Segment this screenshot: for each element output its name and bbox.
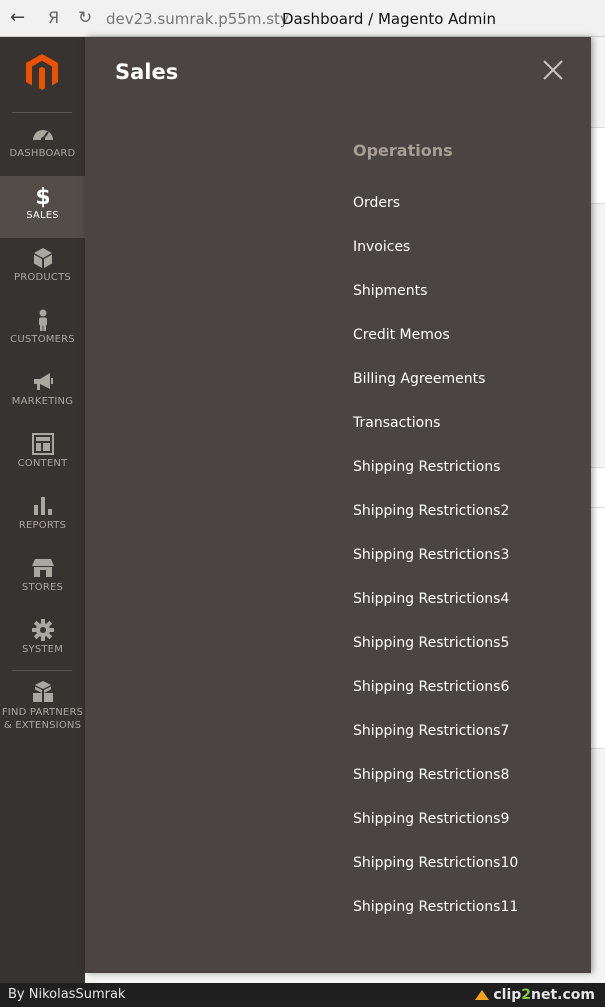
bar-chart-icon	[33, 497, 52, 515]
clip2net-watermark: clip2net.com	[475, 985, 595, 1005]
sidebar-item-marketing[interactable]: MARKETING	[0, 362, 85, 424]
sidebar-divider	[12, 112, 72, 113]
menu-item-transactions[interactable]: Transactions	[353, 414, 440, 432]
author-credit: By NikolasSumrak	[8, 987, 126, 1002]
page-title-tab: Dashboard / Magento Admin	[282, 10, 496, 28]
menu-item-shipping-restrictions11[interactable]: Shipping Restrictions11	[353, 898, 518, 916]
menu-group-title: Operations	[353, 141, 453, 160]
menu-item-shipping-restrictions9[interactable]: Shipping Restrictions9	[353, 810, 509, 828]
menu-item-shipping-restrictions[interactable]: Shipping Restrictions	[353, 458, 500, 476]
menu-item-shipping-restrictions2[interactable]: Shipping Restrictions2	[353, 502, 509, 520]
sidebar-item-dashboard[interactable]: DASHBOARD	[0, 114, 85, 176]
sidebar-item-stores[interactable]: STORES	[0, 548, 85, 610]
store-icon	[31, 559, 54, 577]
megaphone-icon	[33, 373, 53, 390]
menu-item-shipping-restrictions5[interactable]: Shipping Restrictions5	[353, 634, 509, 652]
close-icon[interactable]	[540, 57, 566, 83]
footer-bar: By NikolasSumrak clip2net.com	[0, 983, 605, 1007]
sales-menu-panel: Sales Operations Orders Invoices Shipmen…	[85, 37, 591, 973]
person-icon	[38, 309, 47, 331]
svg-text:$: $	[35, 185, 50, 208]
sidebar-item-find-partners[interactable]: FIND PARTNERS & EXTENSIONS	[0, 672, 85, 742]
background-card	[590, 127, 605, 204]
yandex-logo[interactable]: Я	[48, 8, 59, 28]
gear-icon	[31, 619, 54, 641]
menu-item-shipping-restrictions3[interactable]: Shipping Restrictions3	[353, 546, 509, 564]
background-card	[590, 507, 605, 749]
menu-item-shipping-restrictions4[interactable]: Shipping Restrictions4	[353, 590, 509, 608]
address-bar-url[interactable]: dev23.sumrak.p55m.sty	[106, 9, 289, 29]
menu-item-shipments[interactable]: Shipments	[353, 282, 427, 300]
sidebar-item-content[interactable]: CONTENT	[0, 424, 85, 486]
sidebar-item-customers[interactable]: CUSTOMERS	[0, 300, 85, 362]
sidebar-divider	[12, 670, 72, 671]
panel-title: Sales	[115, 60, 179, 84]
sidebar-item-sales[interactable]: $ SALES	[0, 176, 85, 238]
menu-item-shipping-restrictions8[interactable]: Shipping Restrictions8	[353, 766, 509, 784]
menu-item-orders[interactable]: Orders	[353, 194, 400, 212]
menu-item-shipping-restrictions7[interactable]: Shipping Restrictions7	[353, 722, 509, 740]
menu-item-invoices[interactable]: Invoices	[353, 238, 410, 256]
back-arrow-icon[interactable]: ←	[10, 8, 32, 28]
layout-icon	[31, 433, 54, 455]
menu-item-billing-agreements[interactable]: Billing Agreements	[353, 370, 485, 388]
reload-icon[interactable]: ↻	[78, 8, 98, 28]
upload-arrow-icon	[475, 990, 490, 1000]
menu-item-shipping-restrictions10[interactable]: Shipping Restrictions10	[353, 854, 518, 872]
admin-sidebar: DASHBOARD $ SALES PRODUCTS CUSTOMERS MAR	[0, 37, 85, 983]
cubes-icon	[32, 681, 53, 702]
menu-item-credit-memos[interactable]: Credit Memos	[353, 326, 450, 344]
menu-item-shipping-restrictions6[interactable]: Shipping Restrictions6	[353, 678, 509, 696]
sidebar-item-reports[interactable]: REPORTS	[0, 486, 85, 548]
background-card	[590, 467, 605, 509]
sidebar-item-products[interactable]: PRODUCTS	[0, 238, 85, 300]
dollar-icon: $	[35, 185, 50, 208]
box-icon	[33, 248, 52, 268]
sidebar-item-system[interactable]: SYSTEM	[0, 610, 85, 672]
dashboard-icon	[32, 130, 53, 141]
browser-toolbar: ← Я ↻ dev23.sumrak.p55m.sty Dashboard / …	[0, 0, 605, 37]
magento-logo-icon[interactable]	[22, 52, 62, 92]
